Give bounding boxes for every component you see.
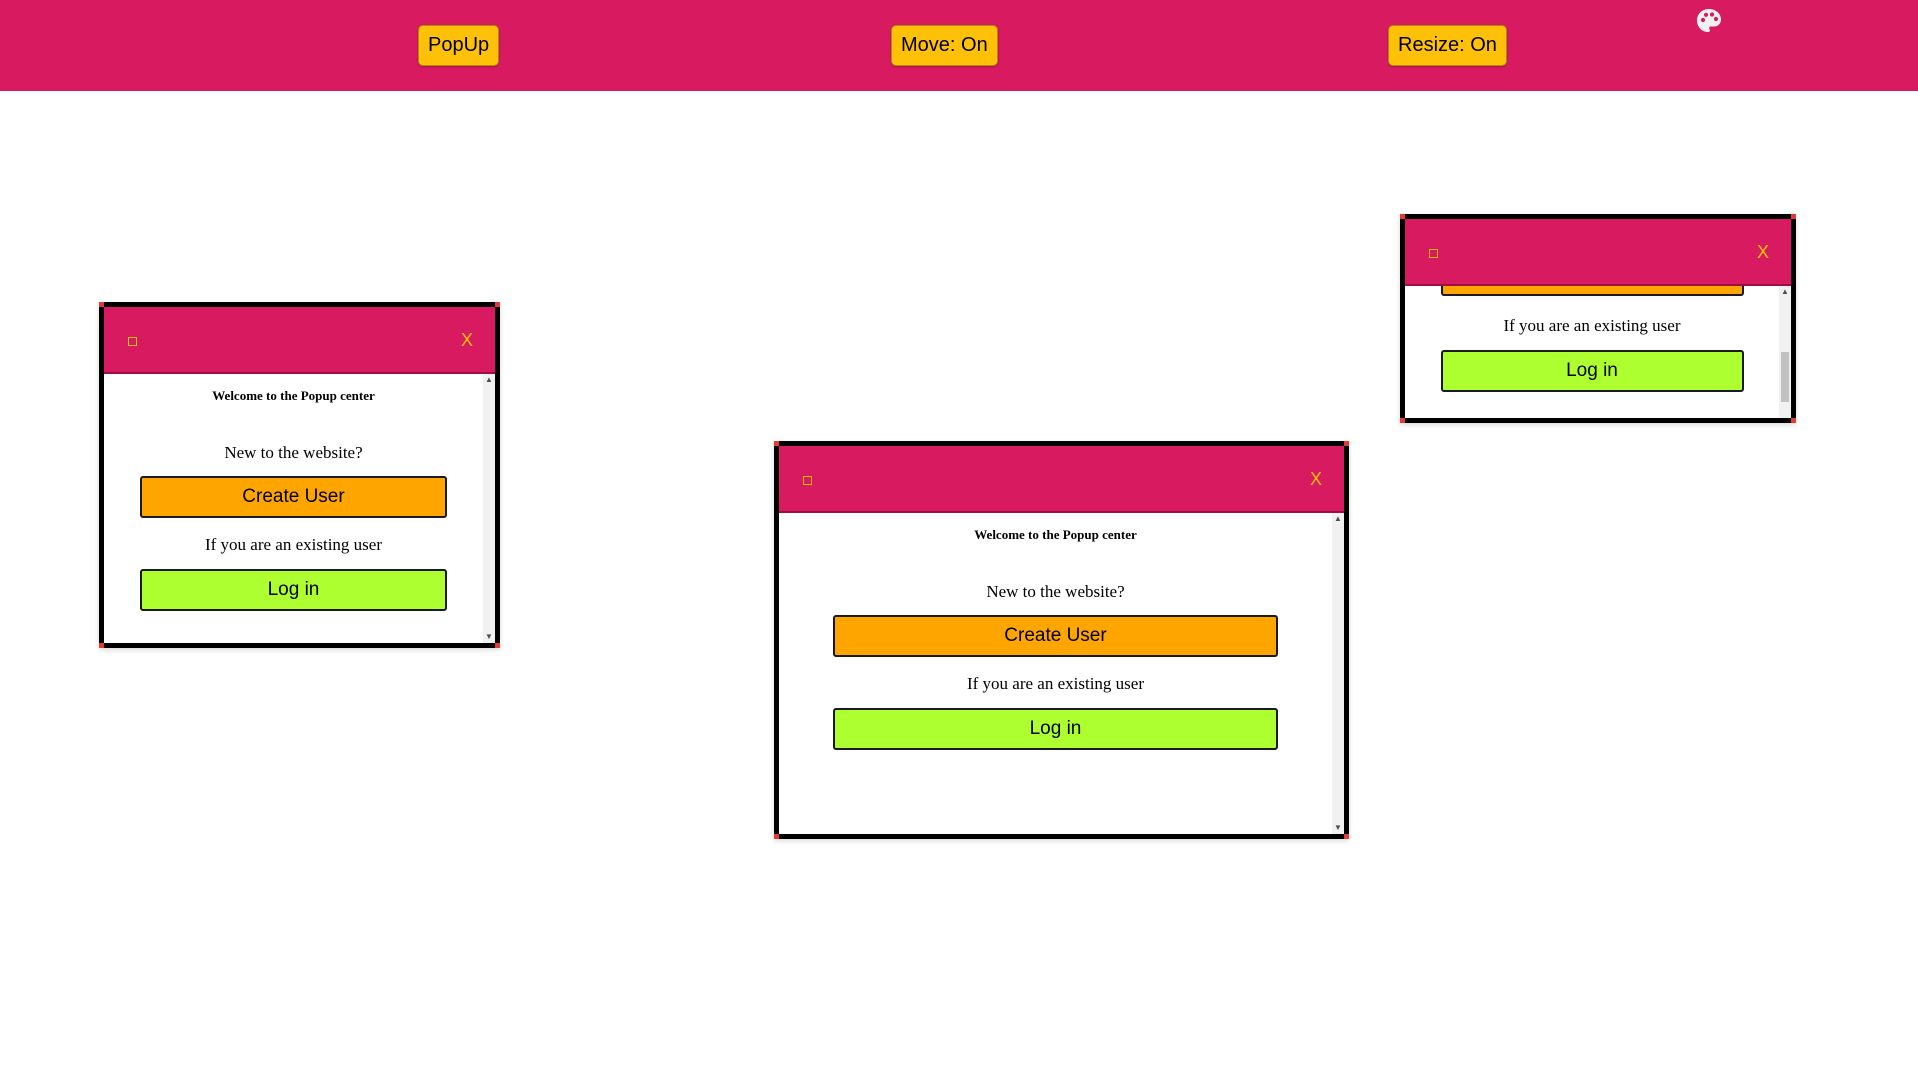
existing-user-text: If you are an existing user bbox=[1503, 316, 1681, 335]
resize-handle[interactable] bbox=[1400, 418, 1405, 423]
new-user-question: New to the website? bbox=[224, 443, 363, 462]
resize-handle[interactable] bbox=[495, 643, 500, 648]
login-button[interactable]: Log in bbox=[140, 569, 447, 611]
existing-user-text: If you are an existing user bbox=[204, 535, 383, 554]
scroll-up-icon[interactable]: ▲ bbox=[1781, 288, 1789, 296]
scroll-up-icon[interactable]: ▲ bbox=[485, 376, 493, 384]
popup-content: Welcome to the Popup center New to the w… bbox=[104, 374, 483, 611]
scrollbar[interactable]: ▲ bbox=[1779, 286, 1791, 418]
new-user-question: New to the website? bbox=[986, 582, 1125, 601]
popup-title-bar[interactable]: X bbox=[779, 446, 1344, 513]
move-toggle-button[interactable]: Move: On bbox=[891, 25, 998, 66]
create-user-button[interactable]: Create User bbox=[833, 615, 1278, 657]
scroll-up-icon[interactable]: ▲ bbox=[1334, 515, 1342, 523]
popup-window[interactable]: X Welcome to the Popup center New to the… bbox=[774, 441, 1349, 839]
close-button[interactable]: X bbox=[1310, 469, 1322, 489]
create-user-button[interactable]: Create User bbox=[140, 476, 447, 518]
popup-title-bar[interactable]: X bbox=[104, 307, 495, 374]
resize-handle[interactable] bbox=[495, 302, 500, 307]
close-button[interactable]: X bbox=[1757, 242, 1769, 262]
resize-handle[interactable] bbox=[1791, 418, 1796, 423]
resize-handle[interactable] bbox=[99, 643, 104, 648]
top-toolbar: PopUp Move: On Resize: On bbox=[0, 0, 1918, 91]
popup-window[interactable]: X Welcome to the Popup center New to the… bbox=[99, 302, 500, 648]
popup-body: Welcome to the Popup center New to the w… bbox=[779, 513, 1344, 834]
maximize-icon[interactable] bbox=[1429, 249, 1438, 258]
resize-handle[interactable] bbox=[774, 834, 779, 839]
popup-content: Welcome to the Popup center New to the w… bbox=[779, 513, 1332, 750]
create-user-button[interactable] bbox=[1440, 286, 1744, 296]
scroll-down-icon[interactable]: ▼ bbox=[485, 633, 493, 641]
resize-handle[interactable] bbox=[1344, 834, 1349, 839]
welcome-heading: Welcome to the Popup center bbox=[974, 527, 1137, 542]
popup-title-bar[interactable]: X bbox=[1405, 219, 1791, 286]
close-button[interactable]: X bbox=[461, 330, 473, 350]
login-button[interactable]: Log in bbox=[833, 708, 1278, 750]
resize-toggle-button[interactable]: Resize: On bbox=[1388, 25, 1507, 66]
popup-content: If you are an existing user Log in bbox=[1405, 286, 1779, 392]
scroll-down-icon[interactable]: ▼ bbox=[1334, 824, 1342, 832]
scrollbar[interactable]: ▲ ▼ bbox=[1332, 513, 1344, 834]
popup-body: If you are an existing user Log in ▲ bbox=[1405, 286, 1791, 418]
login-button[interactable]: Log in bbox=[1440, 350, 1744, 392]
scrollbar[interactable]: ▲ ▼ bbox=[483, 374, 495, 643]
maximize-icon[interactable] bbox=[128, 337, 137, 346]
popup-body: Welcome to the Popup center New to the w… bbox=[104, 374, 495, 643]
popup-window[interactable]: X If you are an existing user Log in ▲ bbox=[1400, 214, 1796, 423]
existing-user-text: If you are an existing user bbox=[966, 674, 1145, 693]
popup-button[interactable]: PopUp bbox=[418, 25, 500, 66]
welcome-heading: Welcome to the Popup center bbox=[212, 388, 375, 403]
palette-icon[interactable] bbox=[1695, 7, 1723, 35]
resize-handle[interactable] bbox=[1344, 441, 1349, 446]
resize-handle[interactable] bbox=[1791, 214, 1796, 219]
scroll-thumb[interactable] bbox=[1781, 352, 1789, 402]
maximize-icon[interactable] bbox=[803, 476, 812, 485]
